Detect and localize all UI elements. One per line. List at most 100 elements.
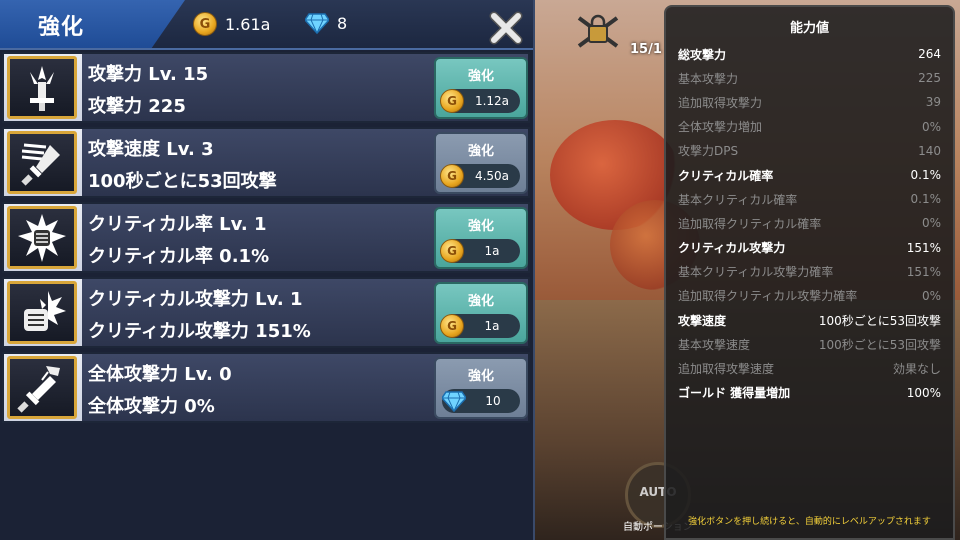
upgrade-cost: G 4.50a — [440, 164, 520, 188]
diamond-icon — [305, 13, 329, 34]
upgrade-button-critical-rate[interactable]: 強化 G 1a — [434, 207, 528, 269]
stat-value: 100% — [906, 385, 941, 400]
stat-label: 総攻撃力 — [678, 47, 727, 62]
stats-title: 能力値 — [789, 21, 829, 36]
close-icon[interactable] — [488, 10, 524, 46]
panel-title: 強化 — [38, 15, 85, 40]
upgrade-row-attack-speed: 攻撃速度 Lv. 3 100秒ごとに53回攻撃 強化 G 4.50a — [2, 127, 530, 198]
stat-row: 基本クリティカル確率 0.1% — [678, 187, 941, 211]
upgrade-button-critical-damage[interactable]: 強化 G 1a — [434, 282, 528, 344]
broken-sword-icon — [7, 356, 77, 419]
stats-footer-hint: 強化ボタンを押し続けると、自動的にレベルアップされます — [688, 517, 931, 527]
stats-panel: 能力値 総攻撃力 264 基本攻撃力 225 追加取得攻撃力 39 全体攻撃力増加 0% 攻撃力… — [664, 5, 955, 540]
stats-list: 総攻撃力 264 基本攻撃力 225 追加取得攻撃力 39 全体攻撃力増加 0% 攻撃力DPS 1… — [678, 42, 941, 405]
upgrade-cost-value: 10 — [485, 394, 501, 408]
stat-label: 基本攻撃力 — [678, 71, 739, 86]
upgrade-name: 攻撃力 Lv. 15 — [88, 64, 209, 85]
upgrade-button-label: 強化 — [467, 294, 494, 309]
upgrade-button-attack-speed[interactable]: 強化 G 4.50a — [434, 132, 528, 194]
upgrade-value: 全体攻撃力 0% — [88, 396, 215, 417]
stat-label: 追加取得クリティカル確率 — [678, 216, 822, 231]
fist-burst-icon — [7, 206, 77, 269]
stat-label: 基本クリティカル攻撃力確率 — [678, 265, 834, 280]
stat-row: 総攻撃力 264 — [678, 42, 941, 66]
stat-value: 100秒ごとに53回攻撃 — [818, 337, 941, 352]
upgrade-button-label: 強化 — [467, 219, 494, 234]
gold-coin-icon: G — [193, 12, 217, 36]
upgrade-panel: 強化 G 1.61a 8 攻撃力 Lv. 15 攻撃力 225 強化 G 1.1… — [0, 0, 535, 540]
upgrade-button-label: 強化 — [467, 144, 494, 159]
stat-label: 基本攻撃速度 — [678, 337, 751, 352]
upgrade-cost: G 1a — [440, 314, 520, 338]
lock-icon[interactable] — [575, 12, 621, 52]
upgrade-name: クリティカル攻撃力 Lv. 1 — [88, 289, 303, 310]
upgrade-row-total-attack: 全体攻撃力 Lv. 0 全体攻撃力 0% 強化 10 — [2, 352, 530, 423]
stat-label: 追加取得攻撃力 — [678, 95, 763, 110]
stat-row: クリティカル攻撃力 151% — [678, 236, 941, 260]
stat-label: 追加取得クリティカル攻撃力確率 — [678, 289, 858, 304]
upgrade-name: 全体攻撃力 Lv. 0 — [88, 364, 232, 385]
upgrade-button-label: 強化 — [467, 369, 494, 384]
stat-row: 追加取得攻撃速度 効果なし — [678, 356, 941, 380]
stat-row: 追加取得攻撃力 39 — [678, 90, 941, 114]
stat-value: 39 — [925, 95, 941, 110]
stat-value: 0.1% — [910, 192, 942, 207]
title-tab — [0, 0, 185, 48]
stat-row: 追加取得クリティカル攻撃力確率 0% — [678, 284, 941, 308]
upgrade-list: 攻撃力 Lv. 15 攻撃力 225 強化 G 1.12a 攻撃速度 Lv. 3… — [0, 52, 533, 427]
gold-coin-icon: G — [440, 164, 464, 188]
stat-value: 140 — [918, 143, 941, 158]
upgrade-cost-value: 4.50a — [474, 169, 510, 183]
upgrade-button-total-attack[interactable]: 強化 10 — [434, 357, 528, 419]
upgrade-row-attack: 攻撃力 Lv. 15 攻撃力 225 強化 G 1.12a — [2, 52, 530, 123]
stat-value: 225 — [918, 71, 941, 86]
critical-punch-icon — [7, 281, 77, 344]
stat-label: 攻撃力DPS — [678, 144, 739, 159]
stat-row: 基本攻撃力 225 — [678, 66, 941, 90]
gem-counter: 8 — [305, 12, 347, 34]
stat-row: 基本クリティカル攻撃力確率 151% — [678, 260, 941, 284]
upgrade-row-critical-damage: クリティカル攻撃力 Lv. 1 クリティカル攻撃力 151% 強化 G 1a — [2, 277, 530, 348]
upgrade-value: クリティカル率 0.1% — [88, 246, 270, 267]
stat-row: 攻撃速度 100秒ごとに53回攻撃 — [678, 308, 941, 332]
stat-value: 151% — [906, 240, 941, 255]
gold-amount: 1.61a — [225, 14, 271, 34]
stat-label: クリティカル確率 — [678, 168, 774, 183]
gold-counter: G 1.61a — [193, 12, 270, 36]
upgrade-value: 100秒ごとに53回攻撃 — [88, 171, 277, 192]
stat-label: 全体攻撃力増加 — [678, 120, 763, 135]
stat-label: 追加取得攻撃速度 — [678, 362, 775, 377]
stat-row: 攻撃力DPS 140 — [678, 139, 941, 163]
stat-label: ゴールド 獲得量増加 — [678, 386, 791, 401]
upgrade-value: 攻撃力 225 — [88, 96, 186, 117]
gold-coin-icon: G — [440, 239, 464, 263]
upgrade-name: クリティカル率 Lv. 1 — [88, 214, 267, 235]
upgrade-button-attack[interactable]: 強化 G 1.12a — [434, 57, 528, 119]
stage-counter: 15/1 — [630, 42, 662, 57]
panel-header: 強化 G 1.61a 8 — [0, 0, 533, 50]
upgrade-cost: G 1a — [440, 239, 520, 263]
upgrade-cost: G 1.12a — [440, 89, 520, 113]
upgrade-cost-value: 1a — [484, 244, 500, 258]
stat-label: クリティカル攻撃力 — [678, 241, 786, 256]
stat-row: クリティカル確率 0.1% — [678, 163, 941, 187]
stat-label: 基本クリティカル確率 — [678, 192, 798, 207]
upgrade-row-critical-rate: クリティカル率 Lv. 1 クリティカル率 0.1% 強化 G 1a — [2, 202, 530, 273]
upgrade-cost: 10 — [442, 389, 520, 413]
stat-row: 追加取得クリティカル確率 0% — [678, 211, 941, 235]
stat-value: 0.1% — [910, 168, 942, 183]
sword-upgrade-icon — [7, 56, 77, 119]
stat-value: 0% — [921, 216, 941, 231]
upgrade-name: 攻撃速度 Lv. 3 — [88, 139, 214, 160]
stat-value: 0% — [921, 288, 941, 303]
stat-value: 効果なし — [892, 362, 941, 377]
speed-sword-icon — [7, 131, 77, 194]
stat-value: 0% — [921, 119, 941, 134]
gold-coin-icon: G — [440, 314, 464, 338]
stat-label: 攻撃速度 — [678, 313, 727, 328]
gold-coin-icon: G — [440, 89, 464, 113]
upgrade-button-label: 強化 — [467, 69, 494, 84]
upgrade-value: クリティカル攻撃力 151% — [88, 321, 311, 342]
stat-row: 全体攻撃力増加 0% — [678, 115, 941, 139]
upgrade-cost-value: 1a — [484, 319, 500, 333]
